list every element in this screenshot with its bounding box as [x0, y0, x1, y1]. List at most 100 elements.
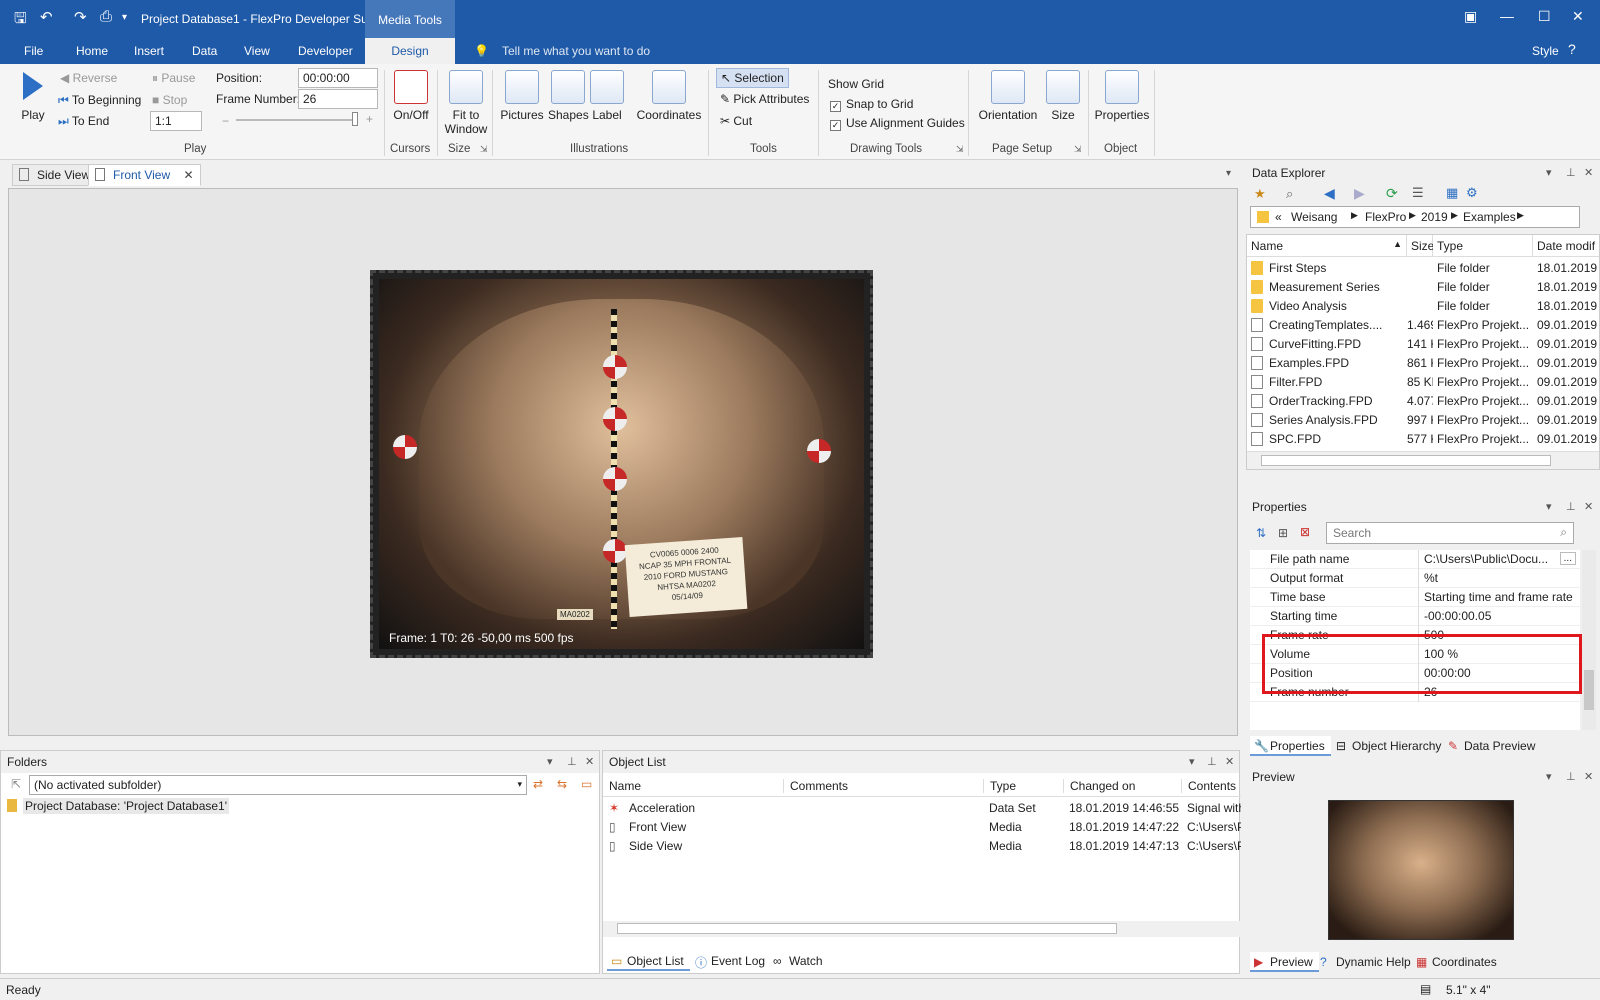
fit-to-window-button[interactable]: Fit to Window — [442, 70, 490, 136]
column-header-comments[interactable]: Comments — [783, 779, 848, 793]
print-icon[interactable]: ⎙ — [100, 8, 112, 25]
folder-action-icon[interactable]: ⇄ — [533, 777, 543, 791]
tab-object-list[interactable]: ▭ Object List — [607, 951, 690, 971]
tab-developer[interactable]: Developer — [298, 44, 353, 58]
tab-event-log[interactable]: ⓘ Event Log — [691, 951, 771, 971]
position-slider-thumb[interactable] — [352, 112, 358, 126]
project-database-node[interactable]: Project Database: 'Project Database1' — [7, 798, 230, 814]
open-folder-icon[interactable]: ▭ — [581, 777, 592, 791]
grid-view-icon[interactable]: ▦ — [1446, 185, 1458, 201]
search-files-icon[interactable]: ⌕ — [1286, 186, 1293, 202]
page-setup-dialog-launcher-icon[interactable]: ⇲ — [1074, 144, 1082, 155]
folder-action-icon[interactable]: ⇆ — [557, 777, 567, 791]
tab-coordinates[interactable]: ▦ Coordinates — [1412, 952, 1503, 972]
tab-home[interactable]: Home — [76, 44, 108, 58]
tab-dynamic-help[interactable]: ? Dynamic Help — [1316, 952, 1417, 972]
cut-button[interactable]: ✂ Cut — [720, 114, 752, 128]
label-button[interactable]: Label — [590, 70, 624, 122]
slider-plus-icon[interactable]: + — [366, 112, 373, 126]
breadcrumb-item[interactable]: Weisang — [1291, 210, 1337, 224]
property-row[interactable]: Time base Starting time and frame rate — [1250, 588, 1580, 607]
pin-icon[interactable]: ⊥ — [1566, 166, 1576, 179]
column-header-changed-on[interactable]: Changed on — [1063, 779, 1135, 793]
scrollbar-thumb[interactable] — [1584, 670, 1594, 710]
column-header-type[interactable]: Type — [983, 779, 1016, 793]
close-panel-icon[interactable]: ✕ — [585, 755, 594, 768]
save-icon[interactable]: 🖫 — [14, 8, 27, 33]
property-value[interactable]: Starting time and frame rate — [1424, 590, 1573, 604]
style-menu[interactable]: Style — [1532, 44, 1559, 58]
close-panel-icon[interactable]: ✕ — [1584, 770, 1593, 783]
panel-dropdown-icon[interactable]: ▾ — [1189, 755, 1195, 768]
column-header-name[interactable]: Name ▲ — [1247, 235, 1407, 257]
coordinates-button[interactable]: Coordinates — [636, 70, 702, 122]
pin-icon[interactable]: ⊥ — [567, 755, 577, 768]
view-list-icon[interactable]: ☰ — [1412, 185, 1424, 201]
qat-dropdown-icon[interactable]: ▾ — [122, 12, 127, 23]
file-list-row[interactable]: Examples.FPD 861 KB FlexPro Projekt... 09.0… — [1247, 354, 1599, 373]
redo-icon[interactable]: ↷ — [74, 8, 87, 26]
tab-insert[interactable]: Insert — [134, 44, 164, 58]
snap-to-grid-checkbox[interactable]: ✓ Snap to Grid — [830, 97, 913, 112]
sort-alphabetical-icon[interactable]: ⇅ — [1256, 526, 1266, 540]
categorized-icon[interactable]: ⊞ — [1278, 526, 1288, 540]
position-slider[interactable] — [236, 119, 356, 121]
slider-minus-icon[interactable]: − — [222, 114, 229, 128]
tab-data[interactable]: Data — [192, 44, 217, 58]
tab-object-hierarchy[interactable]: ⊟ Object Hierarchy — [1332, 736, 1447, 756]
tab-properties[interactable]: 🔧 Properties — [1250, 736, 1331, 756]
property-row[interactable]: File path name C:\Users\Public\Docu...... — [1250, 550, 1580, 569]
tab-file[interactable]: File — [24, 44, 43, 58]
page-size-button[interactable]: Size — [1046, 70, 1080, 122]
panel-dropdown-icon[interactable]: ▾ — [1546, 500, 1552, 513]
show-grid-toggle[interactable]: Show Grid — [828, 77, 884, 91]
tab-design[interactable]: Design — [365, 38, 455, 64]
back-icon[interactable]: ◀ — [1324, 185, 1335, 202]
to-end-button[interactable]: ⏭ To End — [58, 114, 109, 129]
path-breadcrumb[interactable]: « Weisang ▶ FlexPro ▶ 2019 ▶ Examples ▶ — [1250, 206, 1580, 228]
property-value[interactable]: %t — [1424, 571, 1438, 585]
size-dialog-launcher-icon[interactable]: ⇲ — [480, 144, 488, 155]
tab-data-preview[interactable]: ✎ Data Preview — [1444, 736, 1541, 756]
maximize-icon[interactable]: ☐ — [1538, 8, 1551, 25]
file-list-row[interactable]: Series Analysis.FPD 997 KB FlexPro Projekt… — [1247, 411, 1599, 430]
pick-attributes-button[interactable]: ✎ Pick Attributes — [720, 92, 809, 106]
close-panel-icon[interactable]: ✕ — [1584, 500, 1593, 513]
property-row[interactable]: Starting time -00:00:00.05 — [1250, 607, 1580, 626]
alignment-guides-checkbox[interactable]: ✓ Use Alignment Guides — [830, 116, 965, 131]
file-list-row[interactable]: Measurement Series File folder 18.01.2019 — [1247, 278, 1599, 297]
help-icon[interactable]: ? — [1568, 41, 1576, 57]
pause-button[interactable]: ⏸ Pause — [152, 71, 195, 86]
file-list-row[interactable]: CurveFitting.FPD 141 KB FlexPro Projekt...… — [1247, 335, 1599, 354]
orientation-button[interactable]: Orientation — [976, 70, 1040, 122]
file-list-row[interactable]: First Steps File folder 18.01.2019 — [1247, 259, 1599, 278]
undo-icon[interactable]: ↶ — [40, 8, 53, 26]
close-panel-icon[interactable]: ✕ — [1225, 755, 1234, 768]
close-tab-icon[interactable]: ✕ — [183, 168, 193, 182]
tab-front-view[interactable]: Front View ✕ — [88, 164, 201, 186]
play-button[interactable]: Play — [18, 70, 48, 122]
property-search-input[interactable]: Search ⌕ — [1326, 522, 1574, 544]
column-header-size[interactable]: Size — [1407, 235, 1434, 257]
panel-dropdown-icon[interactable]: ▾ — [1546, 770, 1552, 783]
vertical-scrollbar[interactable] — [1582, 550, 1596, 730]
tell-me-search[interactable]: Tell me what you want to do — [502, 44, 650, 58]
pin-icon[interactable]: ⊥ — [1566, 500, 1576, 513]
close-window-icon[interactable]: ✕ — [1572, 8, 1584, 25]
pin-icon[interactable]: ⊥ — [1566, 770, 1576, 783]
column-header-name[interactable]: Name — [609, 779, 641, 793]
minimize-icon[interactable]: — — [1500, 8, 1514, 24]
panel-dropdown-icon[interactable]: ▾ — [1546, 166, 1552, 179]
column-header-contents[interactable]: Contents — [1181, 779, 1236, 793]
tab-view[interactable]: View — [244, 44, 270, 58]
tab-side-view[interactable]: Side View — [12, 164, 98, 186]
horizontal-scrollbar[interactable] — [1247, 451, 1599, 469]
speed-stepper[interactable]: 1:1 — [150, 111, 202, 131]
breadcrumb-item[interactable]: FlexPro — [1365, 210, 1406, 224]
drawing-dialog-launcher-icon[interactable]: ⇲ — [956, 144, 964, 155]
object-list-row[interactable]: ✶ Acceleration Data Set 18.01.2019 14:46:55… — [603, 799, 1241, 818]
media-object-frame[interactable]: CV0065 0006 2400 NCAP 35 MPH FRONTAL 201… — [370, 270, 873, 658]
scrollbar-thumb[interactable] — [1261, 455, 1551, 466]
cursors-on-off-button[interactable]: On/Off — [390, 70, 432, 122]
file-list-row[interactable]: Filter.FPD 85 KB FlexPro Projekt... 09.01.2… — [1247, 373, 1599, 392]
